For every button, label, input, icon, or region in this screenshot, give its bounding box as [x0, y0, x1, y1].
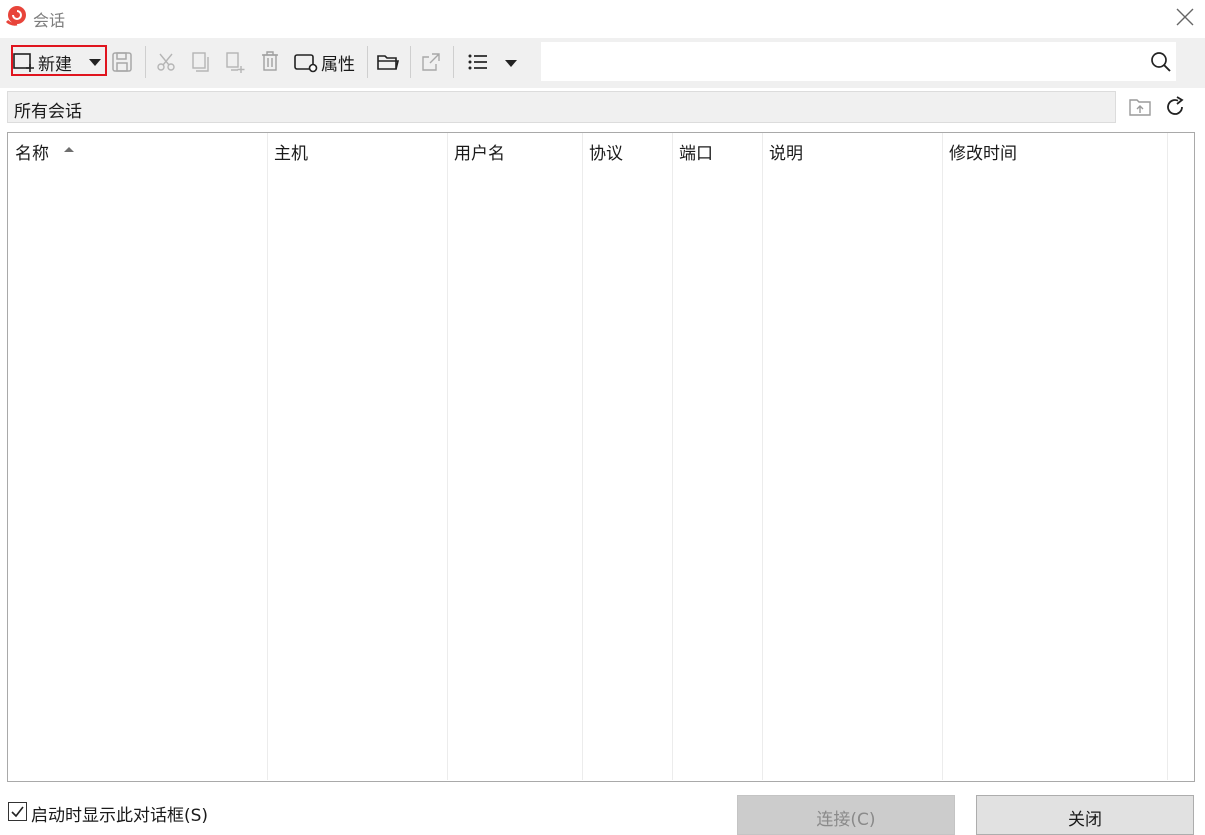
column-divider	[762, 133, 763, 780]
list-view-icon[interactable]	[467, 52, 489, 72]
app-logo-icon	[5, 6, 26, 26]
view-dropdown-chevron-icon[interactable]	[505, 58, 517, 68]
toolbar-separator	[453, 46, 454, 78]
title-bar: 会话	[0, 0, 1205, 36]
show-on-startup-checkbox[interactable]	[8, 802, 27, 821]
toolbar-separator	[145, 46, 146, 78]
close-icon[interactable]	[1174, 6, 1196, 28]
properties-button[interactable]: 属性	[293, 44, 355, 80]
toolbar-separator	[367, 46, 368, 78]
path-bar[interactable]: 所有会话	[7, 91, 1116, 123]
column-divider	[447, 133, 448, 780]
column-header-description[interactable]: 说明	[769, 139, 803, 164]
parent-folder-icon[interactable]	[1128, 96, 1152, 118]
window-title: 会话	[33, 11, 66, 30]
checkmark-icon	[11, 806, 24, 818]
search-box	[541, 42, 1176, 81]
connect-button[interactable]: 连接(C)	[737, 795, 955, 835]
paste-icon[interactable]	[224, 51, 246, 73]
search-icon[interactable]	[1150, 51, 1172, 73]
column-header-host[interactable]: 主机	[274, 139, 308, 164]
properties-icon	[294, 54, 318, 73]
column-header-port[interactable]: 端口	[679, 139, 713, 164]
toolbar-separator	[410, 46, 411, 78]
column-divider	[582, 133, 583, 780]
column-divider	[672, 133, 673, 780]
copy-icon[interactable]	[189, 51, 211, 73]
column-divider	[267, 133, 268, 780]
search-input[interactable]	[541, 42, 1141, 81]
new-button-highlight	[11, 45, 107, 76]
column-header-name[interactable]: 名称	[15, 139, 49, 164]
sort-ascending-icon	[64, 147, 74, 152]
open-folder-icon[interactable]	[376, 51, 400, 73]
export-icon[interactable]	[420, 51, 442, 73]
delete-icon[interactable]	[259, 50, 281, 72]
close-button[interactable]: 关闭	[976, 795, 1194, 835]
column-divider	[942, 133, 943, 780]
save-icon[interactable]	[111, 51, 133, 73]
cut-icon[interactable]	[155, 51, 177, 73]
column-header-modified-time[interactable]: 修改时间	[949, 139, 1017, 164]
refresh-icon[interactable]	[1163, 95, 1187, 119]
column-header-username[interactable]: 用户名	[454, 139, 505, 164]
column-header-protocol[interactable]: 协议	[589, 139, 623, 164]
properties-label: 属性	[321, 54, 355, 75]
column-divider	[1167, 133, 1168, 780]
current-path: 所有会话	[14, 102, 82, 122]
session-table[interactable]: 名称 主机 用户名 协议 端口 说明 修改时间	[7, 132, 1195, 782]
show-on-startup-label: 启动时显示此对话框(S)	[31, 806, 209, 826]
